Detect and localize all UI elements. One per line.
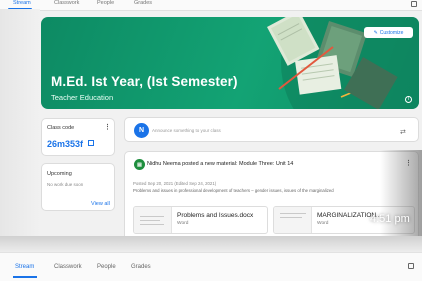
announce-placeholder: Announce something to your class xyxy=(152,128,221,133)
document-thumbnail xyxy=(274,207,312,233)
active-tab-indicator xyxy=(13,276,37,278)
bottom-tab-bar: Stream Classwork People Grades xyxy=(0,252,422,281)
class-code-label: Class code xyxy=(47,125,75,131)
attachment-type: Word xyxy=(317,221,329,226)
pencil-icon: ✎ xyxy=(373,29,378,36)
announce-box[interactable]: N Announce something to your class ⇄ xyxy=(124,117,419,142)
tab-stream[interactable]: Stream xyxy=(15,264,34,270)
class-banner: M.Ed. Ist Year, (Ist Semester) Teacher E… xyxy=(41,17,419,109)
upcoming-label: Upcoming xyxy=(47,171,72,177)
document-thumbnail xyxy=(134,207,172,233)
tab-stream[interactable]: Stream xyxy=(13,0,31,6)
material-title[interactable]: Nidhu Neema posted a new material: Modul… xyxy=(147,161,293,167)
class-code-value: 26m353f xyxy=(47,139,84,149)
tab-people[interactable]: People xyxy=(97,264,116,270)
material-description: Problems and issues in professional deve… xyxy=(133,188,334,193)
customize-button[interactable]: ✎ Customize xyxy=(364,27,413,38)
attachment-type: Word xyxy=(177,221,189,226)
material-icon: ▤ xyxy=(134,159,145,170)
class-title: M.Ed. Ist Year, (Ist Semester) xyxy=(51,74,238,89)
calendar-icon[interactable] xyxy=(408,263,414,269)
upcoming-empty-text: No work due soon xyxy=(47,182,84,187)
left-margin xyxy=(0,9,40,241)
time-overlay: 4:51 pm xyxy=(370,213,410,225)
info-icon[interactable]: i xyxy=(405,96,412,103)
tab-people[interactable]: People xyxy=(97,0,114,6)
repost-icon[interactable]: ⇄ xyxy=(400,128,406,136)
fullscreen-icon[interactable] xyxy=(88,140,94,146)
tab-grades[interactable]: Grades xyxy=(131,264,151,270)
view-all-link[interactable]: View all xyxy=(91,201,110,207)
tab-grades[interactable]: Grades xyxy=(134,0,152,6)
more-options-icon[interactable]: ⋮ xyxy=(104,124,111,131)
material-post-card: ▤ Nidhu Neema posted a new material: Mod… xyxy=(124,151,419,241)
top-tab-bar: Stream Classwork People Grades xyxy=(0,0,422,11)
attachment-1[interactable]: Problems and Issues.docx Word xyxy=(133,206,268,234)
class-code-card: Class code ⋮ 26m353f xyxy=(41,118,115,156)
material-date: Posted Sep 20, 2021 (Edited Sep 24, 2021… xyxy=(133,181,217,186)
tab-classwork[interactable]: Classwork xyxy=(54,0,79,6)
customize-label: Customize xyxy=(379,29,404,36)
tab-classwork[interactable]: Classwork xyxy=(54,264,82,270)
upcoming-card: Upcoming No work due soon View all xyxy=(41,163,115,211)
right-shadow xyxy=(380,150,422,245)
class-subtitle: Teacher Education xyxy=(51,93,114,102)
user-avatar: N xyxy=(134,123,149,138)
calendar-icon[interactable] xyxy=(411,1,417,7)
classroom-screen: Stream Classwork People Grades M.Ed. Ist… xyxy=(0,0,422,281)
attachment-name: Problems and Issues.docx xyxy=(177,212,254,219)
